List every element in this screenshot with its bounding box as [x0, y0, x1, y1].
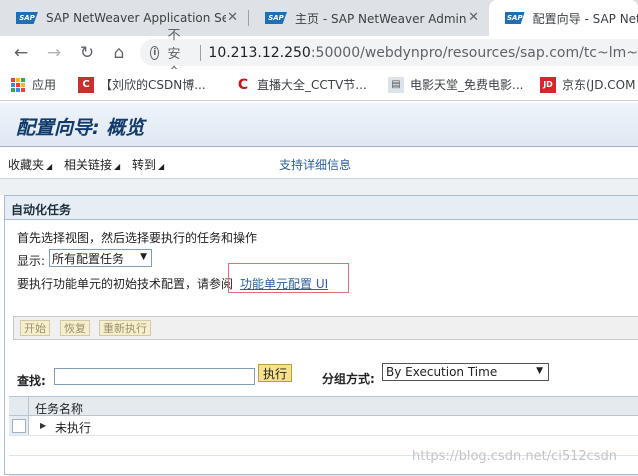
divider — [199, 44, 201, 61]
column-task-name[interactable]: 任务名称 — [35, 400, 83, 417]
close-icon[interactable]: ✕ — [468, 10, 479, 25]
info-icon[interactable]: i — [150, 45, 160, 60]
menu-label: 收藏夹 — [8, 158, 45, 172]
sap-favicon-icon: SAP — [265, 12, 287, 24]
bookmark-label: 【刘欣的CSDN博... — [100, 78, 206, 92]
caret-down-icon: ◢ — [46, 162, 53, 171]
find-input[interactable] — [54, 368, 255, 385]
chevron-down-icon: ▼ — [140, 252, 147, 262]
checkbox[interactable] — [12, 419, 26, 433]
bookmark-film[interactable]: ▤ 电影天堂_免费电影... — [388, 76, 523, 93]
caret-down-icon: ◢ — [158, 162, 165, 171]
bookmark-label: 应用 — [32, 78, 57, 92]
bookmark-apps[interactable]: 应用 — [10, 76, 56, 93]
caret-down-icon: ◢ — [114, 162, 121, 171]
apps-grid-icon — [10, 77, 26, 93]
select-all-cell[interactable] — [9, 397, 29, 416]
browser-tab-3-active[interactable]: SAP 配置向导 - SAP NetWe — [489, 0, 638, 36]
section-spacer — [0, 178, 638, 195]
chevron-down-icon: ▼ — [536, 366, 543, 376]
page-title: 配置向导: 概览 — [16, 117, 145, 139]
bookmark-cctv[interactable]: C 直播大全_CCTV节... — [235, 76, 367, 93]
csdn-icon: C — [78, 76, 94, 93]
panel-header: 自动化任务 — [5, 196, 638, 220]
bookmark-jd[interactable]: JD 京东(JD.COM — [540, 76, 635, 93]
menu-favorites[interactable]: 收藏夹 ◢ — [8, 156, 52, 173]
menu-go-to[interactable]: 转到 ◢ — [132, 156, 164, 173]
film-icon: ▤ — [388, 76, 404, 93]
sap-page: 配置向导: 概览 收藏夹 ◢ 相关链接 ◢ 转到 ◢ 支持详细信息 自动化任务 首先选… — [0, 101, 638, 476]
home-icon[interactable]: ⌂ — [106, 40, 132, 66]
resume-button[interactable]: 恢复 — [60, 320, 90, 336]
browser-toolbar: ← → ↻ ⌂ i 不安全 10.213.12.250:50000/webdyn… — [0, 28, 638, 81]
table-row[interactable]: ▶ 未执行 — [9, 416, 638, 436]
menu-related-links[interactable]: 相关链接 ◢ — [64, 156, 120, 173]
tab-title: 主页 - SAP NetWeaver Adminis — [295, 11, 467, 26]
group-by-label: 分组方式: — [322, 372, 375, 386]
bookmarks-bar: 应用 C 【刘欣的CSDN博... C 直播大全_CCTV节... ▤ 电影天堂… — [0, 69, 638, 101]
sap-menu-bar: 收藏夹 ◢ 相关链接 ◢ 转到 ◢ 支持详细信息 — [0, 148, 638, 178]
browser-tab-strip: SAP SAP NetWeaver Application Se ✕ SAP 主… — [0, 0, 638, 36]
cctv-icon: C — [235, 76, 251, 93]
functional-unit-config-link[interactable]: 功能单元配置 UI — [240, 275, 328, 292]
find-label: 查找: — [17, 374, 46, 388]
bookmark-label: 电影天堂_免费电影... — [410, 78, 524, 92]
browser-tab-2[interactable]: SAP 主页 - SAP NetWeaver Adminis ✕ — [249, 0, 489, 36]
group-by-select[interactable]: By Execution Time ▼ — [382, 363, 549, 381]
table-header: 任务名称 — [9, 396, 638, 416]
tab-title: SAP NetWeaver Application Se — [46, 11, 226, 25]
jd-icon: JD — [540, 76, 556, 93]
bookmark-label: 直播大全_CCTV节... — [257, 78, 367, 92]
page-header: 配置向导: 概览 — [0, 103, 638, 147]
menu-label: 转到 — [132, 158, 157, 172]
group-by-value: By Execution Time — [386, 365, 498, 379]
reload-icon[interactable]: ↻ — [74, 40, 100, 66]
re-execute-button[interactable]: 重新执行 — [99, 320, 151, 336]
tab-title: 配置向导 - SAP NetWe — [532, 11, 638, 26]
browser-tab-1[interactable]: SAP SAP NetWeaver Application Se ✕ — [0, 0, 248, 36]
support-details-link[interactable]: 支持详细信息 — [279, 156, 351, 173]
menu-label: 相关链接 — [64, 158, 113, 172]
task-toolbar: 开始 恢复 重新执行 — [13, 316, 638, 340]
url-host: 10.213.12.250 — [208, 44, 311, 61]
expand-triangle-icon[interactable]: ▶ — [40, 421, 46, 430]
panel-title: 自动化任务 — [11, 203, 72, 217]
view-select-value: 所有配置任务 — [52, 251, 125, 266]
bookmark-csdn[interactable]: C 【刘欣的CSDN博... — [78, 76, 206, 93]
url-text: 10.213.12.250:50000/webdynpro/resources/… — [208, 45, 638, 61]
intro-text: 首先选择视图，然后选择要执行的任务和操作 — [17, 231, 258, 245]
sap-favicon-icon: SAP — [16, 12, 38, 24]
execute-button[interactable]: 执行 — [258, 364, 293, 382]
show-label: 显示: — [17, 254, 46, 268]
reference-text: 要执行功能单元的初始技术配置，请参阅 — [17, 277, 234, 291]
row-selector[interactable] — [9, 416, 29, 435]
url-path: :50000/webdynpro/resources/sap.com/tc~lm… — [310, 44, 638, 61]
address-bar[interactable]: i 不安全 10.213.12.250:50000/webdynpro/reso… — [140, 28, 638, 81]
sap-favicon-icon: SAP — [505, 12, 525, 24]
row-label: 未执行 — [55, 421, 92, 435]
forward-arrow-icon[interactable]: → — [41, 40, 67, 66]
start-button[interactable]: 开始 — [20, 320, 50, 336]
back-arrow-icon[interactable]: ← — [8, 40, 34, 66]
task-table: 任务名称 ▶ 未执行 — [9, 396, 638, 476]
view-select[interactable]: 所有配置任务 ▼ — [49, 249, 152, 267]
automated-tasks-panel: 自动化任务 首先选择视图，然后选择要执行的任务和操作 显示: 所有配置任务 ▼ … — [4, 195, 638, 476]
close-icon[interactable]: ✕ — [227, 10, 238, 25]
bookmark-label: 京东(JD.COM — [562, 78, 636, 92]
watermark: https://blog.csdn.net/ci512csdn — [412, 449, 618, 464]
